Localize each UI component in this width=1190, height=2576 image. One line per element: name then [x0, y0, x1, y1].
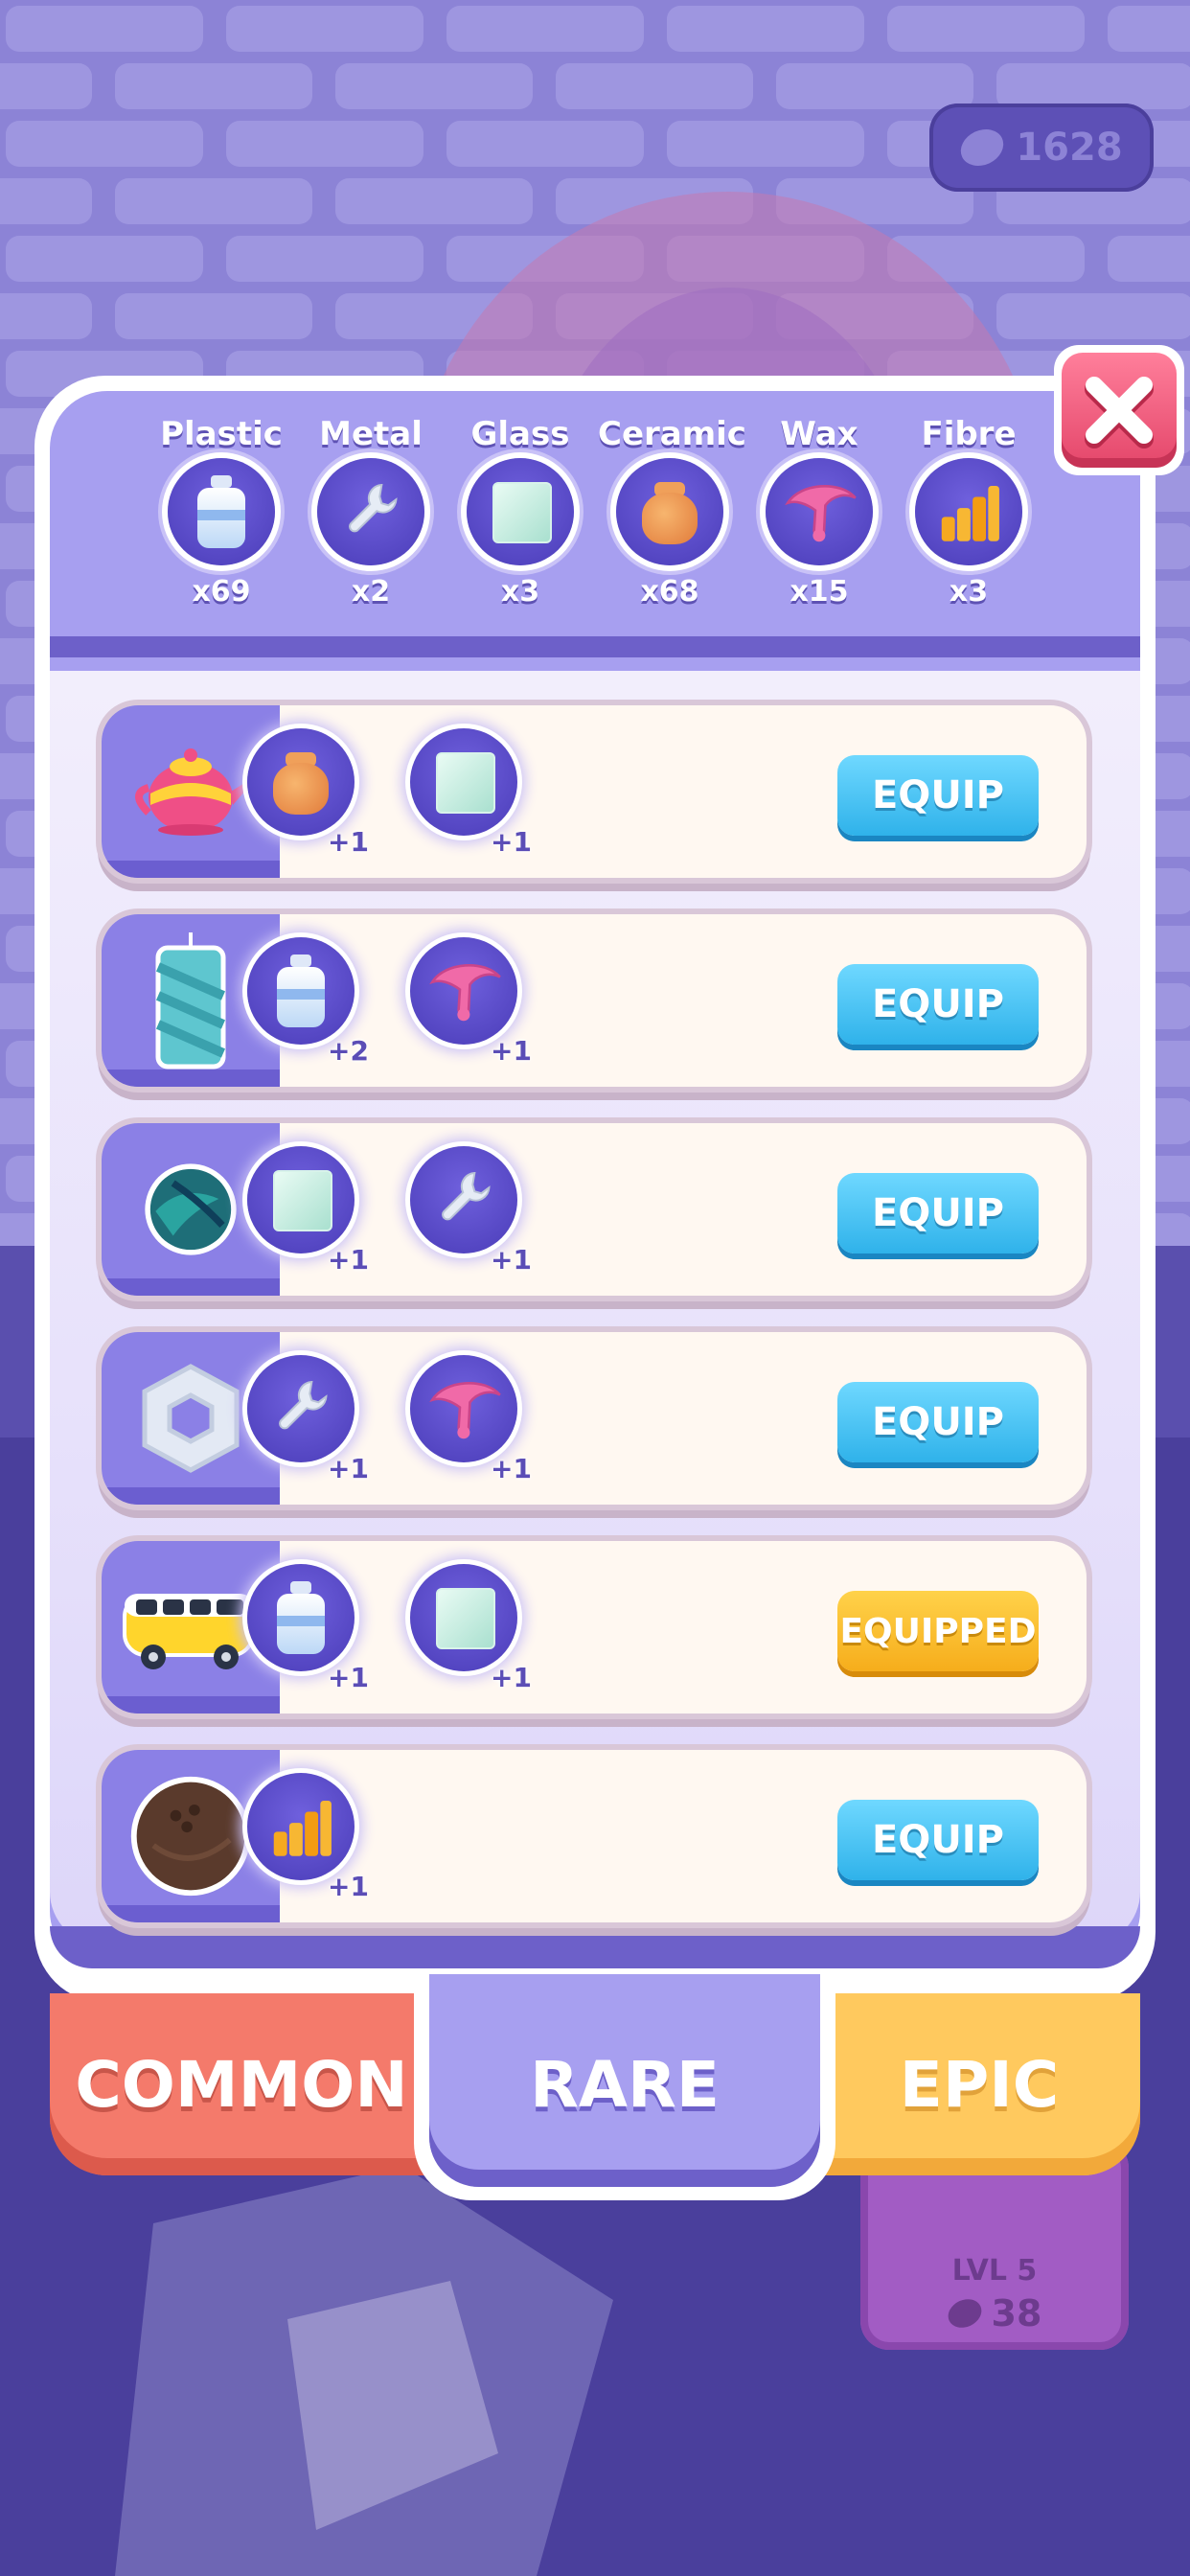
resource-name: Glass: [470, 415, 570, 453]
equip-button[interactable]: EQUIP: [837, 1382, 1039, 1462]
resource-count: x3: [949, 575, 989, 609]
material-amount: +1: [491, 1244, 532, 1276]
fibre-icon: [915, 458, 1022, 565]
resource-name: Ceramic: [598, 415, 746, 453]
resource-name: Plastic: [160, 415, 283, 453]
item-row: +1 +1 EQUIP: [102, 1123, 1087, 1296]
resource-name: Fibre: [921, 415, 1017, 453]
equip-button[interactable]: EQUIP: [837, 1800, 1039, 1880]
wax-icon: [766, 458, 873, 565]
item-row: +1 +1 EQUIP: [102, 705, 1087, 878]
resource-count: x68: [640, 575, 699, 609]
bottle-icon: [247, 937, 355, 1045]
material-amount: +1: [491, 1035, 532, 1067]
bottle-icon: [247, 1564, 355, 1671]
material-amount: +1: [328, 1244, 369, 1276]
tab-epic[interactable]: EPIC: [818, 1993, 1140, 2175]
material-amount: +2: [328, 1035, 369, 1067]
glass-icon: [410, 1564, 517, 1671]
resource-3: Ceramic x68: [598, 412, 746, 609]
tab-common-label: COMMON: [75, 2047, 408, 2122]
tab-rare[interactable]: RARE: [429, 1974, 820, 2187]
wrench-icon: [247, 1355, 355, 1462]
close-button-face: [1062, 353, 1177, 468]
resource-4: Wax x15: [747, 412, 891, 609]
resource-count: x15: [790, 575, 849, 609]
currency-amount: 1628: [1016, 126, 1123, 170]
material-amount: +1: [328, 1871, 369, 1902]
pot-icon: [247, 728, 355, 836]
item-row: +2 +1 EQUIP: [102, 914, 1087, 1087]
material-amount: +1: [328, 1453, 369, 1484]
item-row: +1 EQUIP: [102, 1750, 1087, 1922]
wrench-icon: [410, 1146, 517, 1254]
resource-2: Glass x3: [448, 412, 592, 609]
wax-icon: [410, 1355, 517, 1462]
item-row: +1 +1 EQUIPPED: [102, 1541, 1087, 1714]
resource-count: x3: [500, 575, 540, 609]
upgrade-cost-value: 38: [991, 2292, 1042, 2334]
resource-count: x69: [192, 575, 251, 609]
tab-common[interactable]: COMMON: [50, 1993, 433, 2175]
tab-rare-label: RARE: [530, 2047, 720, 2122]
close-icon: [1085, 377, 1154, 448]
panel-bottom-edge: [50, 1926, 1140, 1968]
equip-button[interactable]: EQUIP: [837, 755, 1039, 836]
pebble-icon: [943, 2293, 986, 2334]
material-amount: +1: [491, 826, 532, 858]
material-amount: +1: [328, 826, 369, 858]
wrench-icon: [317, 458, 424, 565]
material-amount: +1: [328, 1662, 369, 1693]
equip-button[interactable]: EQUIP: [837, 1173, 1039, 1254]
upgrade-level: LVL 5: [951, 2254, 1038, 2288]
resource-1: Metal x2: [299, 412, 443, 609]
equip-button[interactable]: EQUIP: [837, 964, 1039, 1045]
tab-epic-label: EPIC: [899, 2047, 1060, 2122]
pebble-icon: [954, 122, 1010, 173]
material-amount: +1: [491, 1453, 532, 1484]
item-row: +1 +1 EQUIP: [102, 1332, 1087, 1505]
glass-icon: [410, 728, 517, 836]
bottle-icon: [168, 458, 275, 565]
material-amount: +1: [491, 1662, 532, 1693]
upgrade-cost: 38: [860, 2292, 1129, 2334]
currency-display: 1628: [929, 104, 1154, 192]
header-divider: [50, 636, 1140, 657]
resource-0: Plastic x69: [149, 412, 293, 609]
glass-icon: [247, 1146, 355, 1254]
resource-name: Wax: [780, 415, 858, 453]
resource-5: Fibre x3: [897, 412, 1041, 609]
pot-icon: [616, 458, 723, 565]
fibre-icon: [247, 1773, 355, 1880]
resource-count: x2: [351, 575, 391, 609]
wax-icon: [410, 937, 517, 1045]
resource-name: Metal: [319, 415, 423, 453]
glass-icon: [467, 458, 574, 565]
close-button[interactable]: [1054, 345, 1184, 475]
equipped-button[interactable]: EQUIPPED: [837, 1591, 1039, 1671]
